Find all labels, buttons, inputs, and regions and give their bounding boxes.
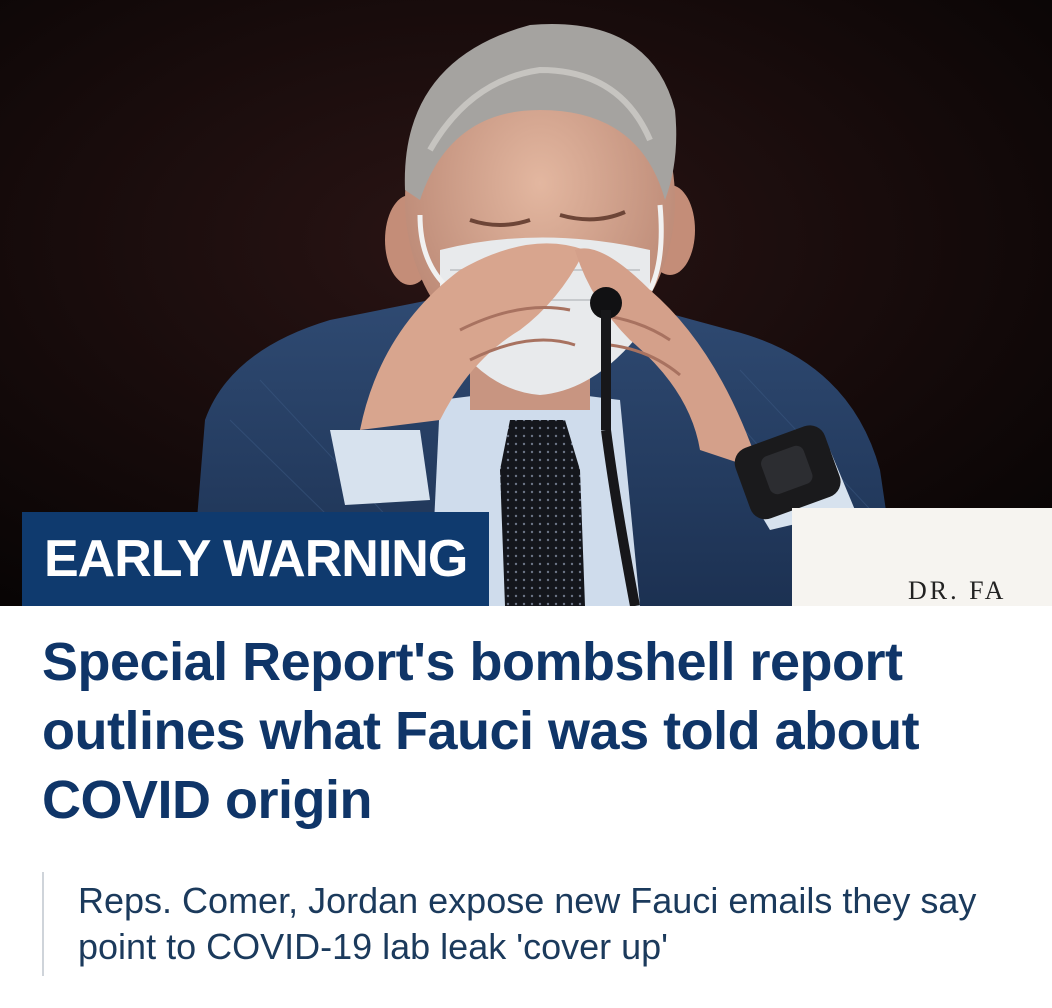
nameplate-text: DR. FA [908, 576, 1006, 605]
related-article-link[interactable]: Reps. Comer, Jordan expose new Fauci ema… [42, 872, 1032, 976]
related-article-text: Reps. Comer, Jordan expose new Fauci ema… [78, 880, 977, 967]
hero-image[interactable]: DR. FA EARLY WARNING [0, 0, 1052, 606]
category-badge[interactable]: EARLY WARNING [22, 512, 490, 606]
article-headline[interactable]: Special Report's bombshell report outlin… [42, 628, 1032, 835]
category-badge-label: EARLY WARNING [44, 530, 468, 588]
